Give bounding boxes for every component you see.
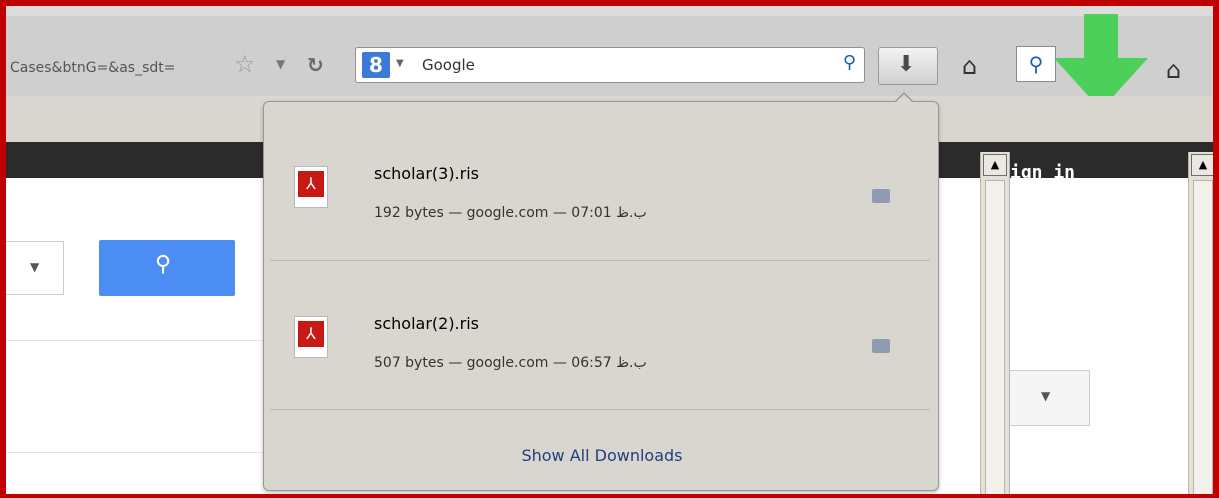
sort-select[interactable]: ▼: [1006, 370, 1090, 426]
download-meta: 507 bytes — google.com — 06:57 ب.ظ: [374, 355, 647, 371]
download-arrow-icon: ⬇: [897, 52, 916, 77]
panel-pointer-inner: [895, 94, 913, 103]
scroll-thumb[interactable]: [985, 180, 1005, 494]
star-icon[interactable]: ☆: [234, 51, 260, 77]
reload-icon[interactable]: ↻: [307, 53, 324, 77]
scroll-thumb[interactable]: [1193, 180, 1213, 494]
downloads-panel: ⅄ scholar(3).ris 192 bytes — google.com …: [263, 92, 940, 491]
divider: [6, 340, 266, 341]
search-icon: ⚲: [155, 252, 172, 277]
title-strip: [6, 6, 1213, 16]
download-item[interactable]: ⅄ scholar(3).ris 192 bytes — google.com …: [270, 112, 930, 252]
sign-in-link[interactable]: ign in: [1010, 162, 1075, 183]
scrollbar[interactable]: ▲: [980, 152, 1010, 494]
home-icon[interactable]: ⌂: [962, 52, 977, 80]
download-item[interactable]: ⅄ scholar(2).ris 507 bytes — google.com …: [270, 262, 930, 402]
browser-window: Cases&btnG=&as_sdt= ☆ ▼ ↻ 8 ▼ Google ⚲ ⬇…: [0, 0, 1219, 498]
navigation-toolbar: Cases&btnG=&as_sdt= ☆ ▼ ↻ 8 ▼ Google ⚲ ⬇…: [6, 16, 1213, 96]
pdf-icon: ⅄: [294, 166, 328, 208]
pdf-icon: ⅄: [294, 316, 328, 358]
scrollbar-secondary[interactable]: ▲: [1188, 152, 1213, 494]
chevron-down-icon: ▼: [1041, 389, 1051, 403]
divider: [6, 452, 266, 453]
download-meta: 192 bytes — google.com — 07:01 ب.ظ: [374, 205, 647, 221]
download-filename: scholar(3).ris: [374, 164, 479, 183]
download-filename: scholar(2).ris: [374, 314, 479, 333]
search-icon[interactable]: ⚲: [843, 52, 856, 73]
folder-icon[interactable]: [872, 189, 890, 203]
downloads-button[interactable]: ⬇: [878, 47, 938, 85]
scroll-up-icon[interactable]: ▲: [983, 154, 1007, 176]
show-all-downloads-link[interactable]: Show All Downloads: [264, 446, 940, 465]
chevron-down-icon[interactable]: ▼: [396, 58, 404, 69]
home-icon-secondary[interactable]: ⌂: [1166, 56, 1181, 84]
search-bar[interactable]: 8 ▼ Google ⚲: [355, 47, 865, 83]
chevron-down-icon: ▼: [30, 260, 40, 274]
scroll-up-icon[interactable]: ▲: [1191, 154, 1213, 176]
search-options-select[interactable]: ▼: [6, 241, 64, 295]
google-search-button[interactable]: ⚲: [99, 240, 235, 296]
dropdown-icon[interactable]: ▼: [276, 57, 285, 71]
divider: [270, 409, 930, 410]
folder-icon[interactable]: [872, 339, 890, 353]
divider: [270, 260, 930, 261]
url-bar[interactable]: Cases&btnG=&as_sdt=: [10, 60, 176, 76]
google-logo-icon[interactable]: 8: [362, 52, 390, 78]
search-placeholder[interactable]: Google: [422, 56, 475, 74]
